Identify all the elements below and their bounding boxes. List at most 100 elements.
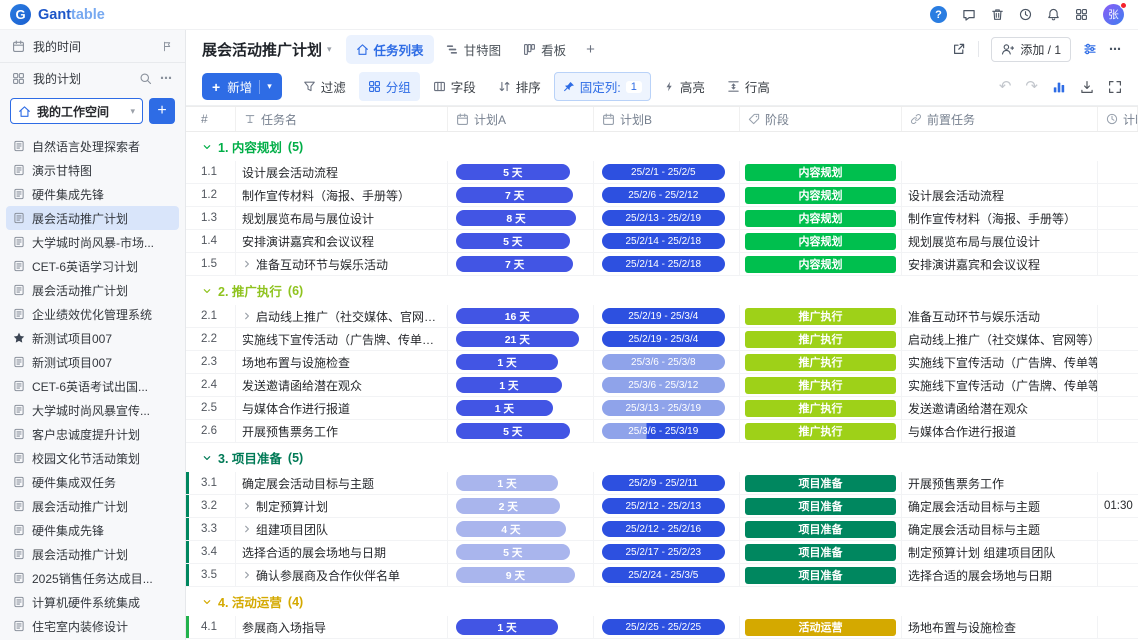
sidebar-project-item[interactable]: 新测试项目007 [6, 350, 179, 374]
duration-bar[interactable]: 7 天 [456, 187, 573, 203]
date-range-bar[interactable]: 25/2/19 - 25/3/4 [602, 331, 725, 347]
predecessor-cell[interactable]: 场地布置与设施检查 [902, 616, 1098, 638]
stage-cell[interactable]: 项目准备 [740, 541, 902, 563]
group-header[interactable]: 1. 内容规划(5) [186, 132, 1138, 161]
task-name-cell[interactable]: 确定展会活动目标与主题 [236, 472, 448, 494]
plan-b-cell[interactable]: 25/2/6 - 25/2/12 [594, 184, 740, 206]
view-settings-icon[interactable] [1083, 42, 1097, 56]
plan-a-cell[interactable]: 2 天 [448, 495, 594, 517]
stage-cell[interactable]: 推广执行 [740, 374, 902, 396]
column-header-num[interactable]: # [186, 107, 236, 131]
sidebar-item-my-time[interactable]: 我的时间 [0, 30, 185, 62]
more-icon[interactable]: ⋯ [1109, 42, 1122, 56]
stage-cell[interactable]: 内容规划 [740, 207, 902, 229]
plan-a-cell[interactable]: 5 天 [448, 541, 594, 563]
column-header-planB[interactable]: 计划B [594, 107, 740, 131]
date-range-bar[interactable]: 25/3/6 - 25/3/8 [602, 354, 725, 370]
timer-cell[interactable] [1098, 616, 1138, 638]
timer-cell[interactable] [1098, 397, 1138, 419]
sidebar-item-my-plans[interactable]: 我的计划 ⋯ [0, 63, 185, 93]
predecessor-cell[interactable]: 安排演讲嘉宾和会议议程 [902, 253, 1098, 275]
plan-a-cell[interactable]: 5 天 [448, 420, 594, 442]
plan-b-cell[interactable]: 25/2/19 - 25/3/4 [594, 328, 740, 350]
expand-chevron-icon[interactable] [242, 501, 252, 511]
predecessor-cell[interactable]: 开展预售票务工作 [902, 472, 1098, 494]
add-workspace-button[interactable]: + [149, 98, 175, 124]
timer-cell[interactable]: 01:30 [1098, 495, 1138, 517]
undo-icon[interactable]: ↶ [999, 79, 1012, 94]
duration-bar[interactable]: 5 天 [456, 423, 570, 439]
predecessor-cell[interactable]: 确定展会活动目标与主题 [902, 518, 1098, 540]
plan-b-cell[interactable]: 25/3/6 - 25/3/8 [594, 351, 740, 373]
sidebar-project-item[interactable]: 新测试项目007 [6, 326, 179, 350]
date-range-bar[interactable]: 25/2/13 - 25/2/19 [602, 210, 725, 226]
add-view-button[interactable]: + [578, 36, 603, 63]
duration-bar[interactable]: 5 天 [456, 233, 570, 249]
plan-b-cell[interactable]: 25/2/19 - 25/3/4 [594, 305, 740, 327]
plan-a-cell[interactable]: 1 天 [448, 374, 594, 396]
sidebar-project-item[interactable]: 校园文化节活动策划 [6, 446, 179, 470]
plan-b-cell[interactable]: 25/3/6 - 25/3/19 [594, 420, 740, 442]
task-name-cell[interactable]: 确认参展商及合作伙伴名单 [236, 564, 448, 586]
predecessor-cell[interactable]: 选择合适的展会场地与日期 [902, 564, 1098, 586]
task-name-cell[interactable]: 设计展会活动流程 [236, 161, 448, 183]
task-name-cell[interactable]: 实施线下宣传活动（广告牌、传单等） [236, 328, 448, 350]
group-header[interactable]: 2. 推广执行(6) [186, 276, 1138, 305]
duration-bar[interactable]: 9 天 [456, 567, 575, 583]
expand-chevron-icon[interactable] [242, 311, 252, 321]
task-name-cell[interactable]: 制作宣传材料（海报、手册等） [236, 184, 448, 206]
sidebar-project-item[interactable]: 展会活动推广计划 [6, 206, 179, 230]
sidebar-project-item[interactable]: CET-6英语考试出国... [6, 374, 179, 398]
apps-grid-icon[interactable] [1075, 8, 1088, 21]
predecessor-cell[interactable]: 实施线下宣传活动（广告牌、传单等） [902, 374, 1098, 396]
timer-cell[interactable] [1098, 253, 1138, 275]
feedback-icon[interactable] [962, 8, 976, 22]
plan-a-cell[interactable]: 8 天 [448, 207, 594, 229]
duration-bar[interactable]: 5 天 [456, 544, 570, 560]
plan-b-cell[interactable]: 25/2/12 - 25/2/16 [594, 518, 740, 540]
plan-b-cell[interactable]: 25/2/12 - 25/2/13 [594, 495, 740, 517]
duration-bar[interactable]: 7 天 [456, 256, 573, 272]
column-header-stage[interactable]: 阶段 [740, 107, 902, 131]
expand-chevron-icon[interactable] [242, 524, 252, 534]
date-range-bar[interactable]: 25/2/14 - 25/2/18 [602, 256, 725, 272]
column-header-prereq[interactable]: 前置任务 [902, 107, 1098, 131]
date-range-bar[interactable]: 25/2/19 - 25/3/4 [602, 308, 725, 324]
task-name-cell[interactable]: 与媒体合作进行报道 [236, 397, 448, 419]
task-name-cell[interactable]: 组建项目团队 [236, 518, 448, 540]
predecessor-cell[interactable]: 制作宣传材料（海报、手册等） [902, 207, 1098, 229]
sidebar-project-item[interactable]: 计算机硬件系统集成 [6, 590, 179, 614]
fullscreen-icon[interactable] [1108, 80, 1122, 94]
stage-cell[interactable]: 活动运营 [740, 616, 902, 638]
highlight-button[interactable]: 高亮 [655, 72, 714, 101]
date-range-bar[interactable]: 25/2/12 - 25/2/16 [602, 521, 725, 537]
notifications-icon[interactable] [1047, 8, 1060, 21]
duration-bar[interactable]: 1 天 [456, 400, 553, 416]
task-name-cell[interactable]: 启动线上推广（社交媒体、官网等） [236, 305, 448, 327]
expand-chevron-icon[interactable] [242, 259, 252, 269]
predecessor-cell[interactable]: 准备互动环节与娱乐活动 [902, 305, 1098, 327]
sidebar-project-item[interactable]: 大学城时尚风暴-市场... [6, 230, 179, 254]
timer-cell[interactable] [1098, 472, 1138, 494]
plan-a-cell[interactable]: 7 天 [448, 184, 594, 206]
sidebar-project-item[interactable]: 硬件集成先锋 [6, 518, 179, 542]
share-icon[interactable] [952, 42, 966, 56]
plan-b-cell[interactable]: 25/3/13 - 25/3/19 [594, 397, 740, 419]
plan-b-cell[interactable]: 25/2/9 - 25/2/11 [594, 472, 740, 494]
tab-gantt[interactable]: 甘特图 [436, 35, 512, 64]
date-range-bar[interactable]: 25/2/14 - 25/2/18 [602, 233, 725, 249]
plan-a-cell[interactable]: 16 天 [448, 305, 594, 327]
timer-cell[interactable] [1098, 230, 1138, 252]
stage-cell[interactable]: 项目准备 [740, 518, 902, 540]
row-height-button[interactable]: 行高 [718, 72, 779, 101]
plan-b-cell[interactable]: 25/2/14 - 25/2/18 [594, 230, 740, 252]
filter-button[interactable]: 过滤 [294, 72, 355, 101]
plan-b-cell[interactable]: 25/3/6 - 25/3/12 [594, 374, 740, 396]
stage-cell[interactable]: 内容规划 [740, 253, 902, 275]
column-header-planA[interactable]: 计划A [448, 107, 594, 131]
stage-cell[interactable]: 项目准备 [740, 564, 902, 586]
more-icon[interactable]: ⋯ [160, 71, 173, 85]
plan-b-cell[interactable]: 25/2/1 - 25/2/5 [594, 161, 740, 183]
plan-a-cell[interactable]: 7 天 [448, 253, 594, 275]
group-header[interactable]: 4. 活动运营(4) [186, 587, 1138, 616]
